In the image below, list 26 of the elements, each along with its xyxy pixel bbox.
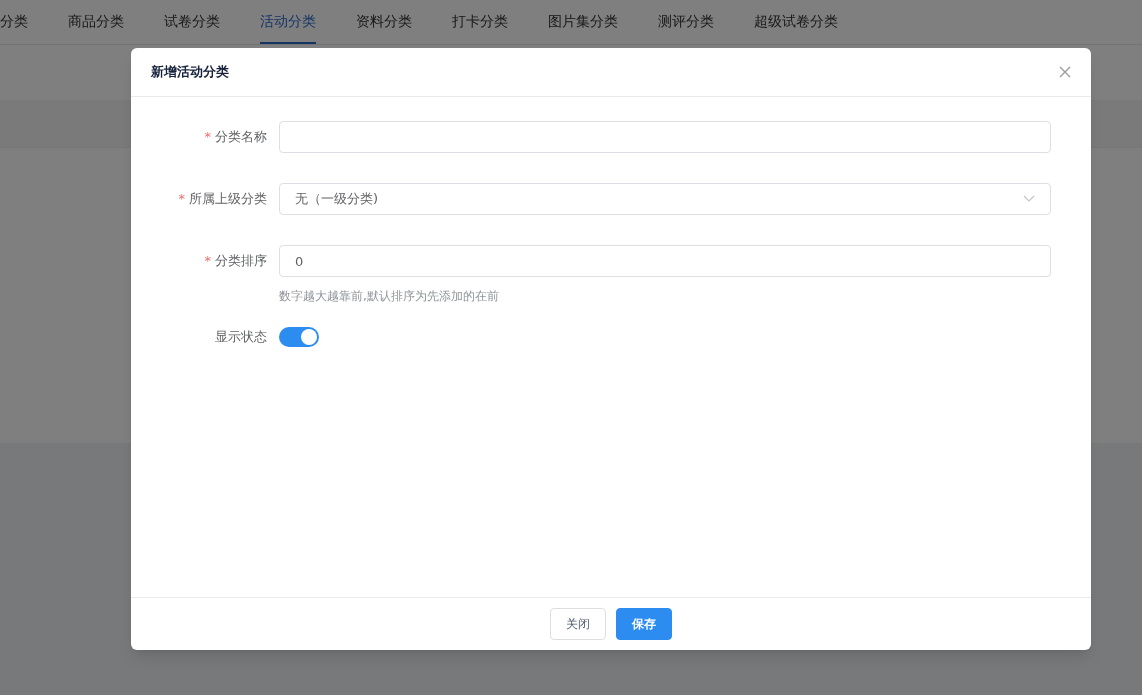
chevron-down-icon [1023,195,1035,203]
required-mark: * [204,252,211,271]
required-mark: * [178,190,185,209]
close-icon[interactable] [1059,66,1071,78]
field-label: 所属上级分类 [189,190,267,209]
category-tab[interactable]: 分类 [0,0,28,44]
field-hint: 数字越大越靠前,默认排序为先添加的在前 [279,288,500,305]
category-tab[interactable]: 试卷分类 [164,0,220,44]
category-tab[interactable]: 资料分类 [356,0,412,44]
field-label: 显示状态 [215,328,267,347]
input-field[interactable] [279,121,1051,153]
category-tab[interactable]: 图片集分类 [548,0,618,44]
category-tab[interactable]: 超级试卷分类 [754,0,838,44]
close-button[interactable]: 关闭 [550,608,606,640]
field-label: 分类名称 [215,128,267,147]
category-tab[interactable]: 测评分类 [658,0,714,44]
field-label: 分类排序 [215,252,267,271]
dialog-title: 新增活动分类 [151,63,229,82]
select-field[interactable]: 无（一级分类) [279,183,1051,215]
toggle-switch[interactable] [279,327,319,347]
select-value: 无（一级分类) [295,190,379,209]
category-tab[interactable]: 打卡分类 [452,0,508,44]
required-mark: * [204,128,211,147]
input-field[interactable]: 0 [279,245,1051,277]
category-tab[interactable]: 商品分类 [68,0,124,44]
save-button[interactable]: 保存 [616,608,672,640]
